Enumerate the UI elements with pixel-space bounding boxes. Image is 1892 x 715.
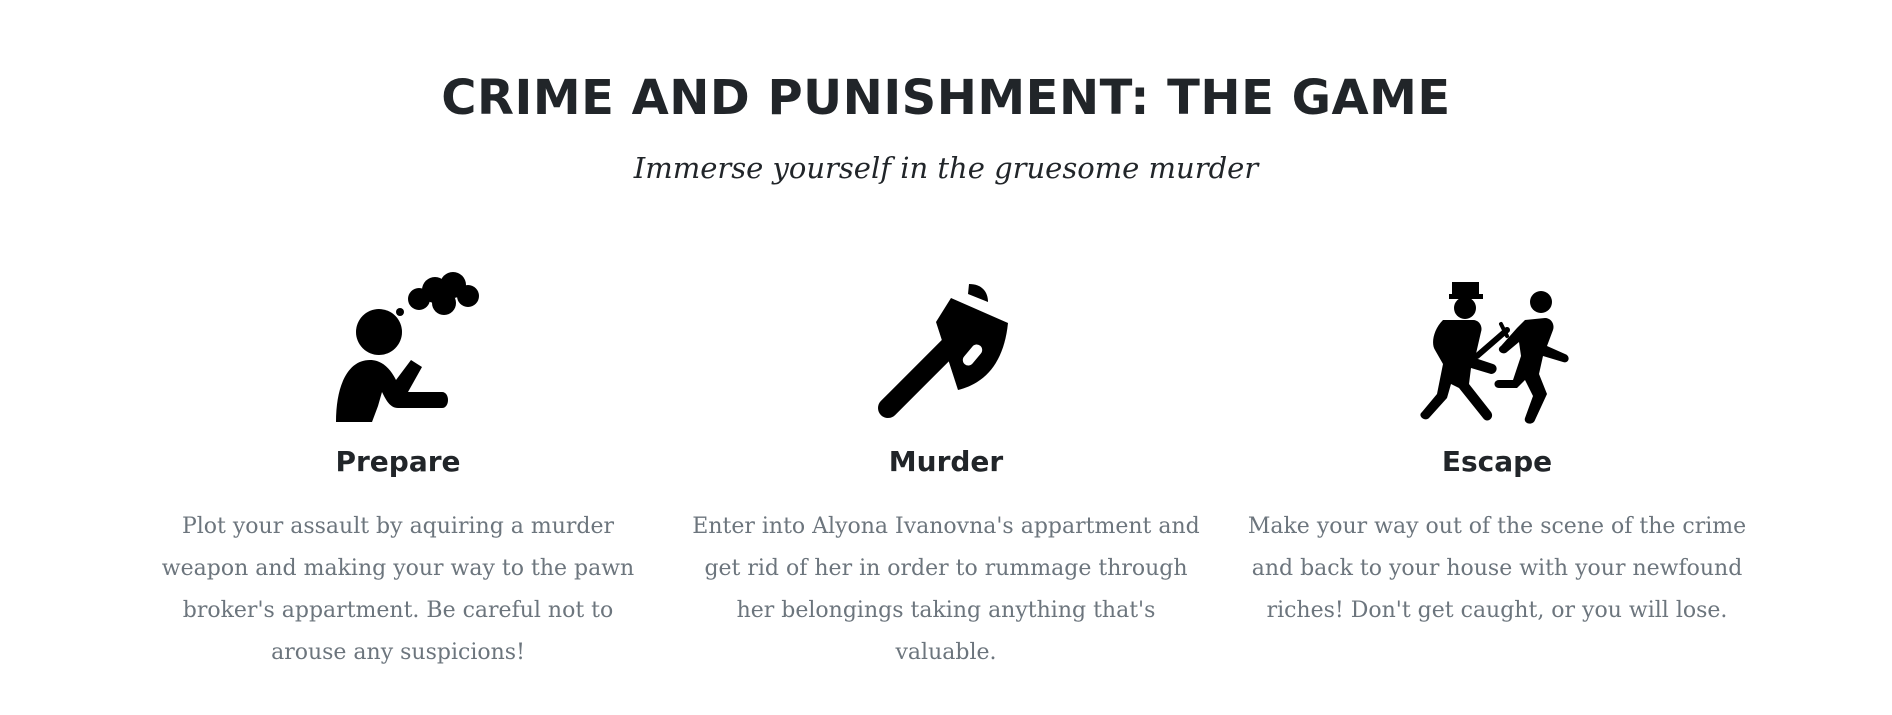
feature-escape: Escape Make your way out of the scene of… [1237, 260, 1757, 632]
axe-icon [878, 284, 1008, 418]
page-title: CRIME AND PUNISHMENT: THE GAME [441, 70, 1451, 126]
page-subtitle: Immerse yourself in the gruesome murder [633, 151, 1259, 185]
feature-heading: Prepare [335, 445, 461, 478]
feature-heading: Escape [1441, 445, 1553, 478]
feature-heading: Murder [888, 445, 1004, 478]
police-chase-icon [1420, 282, 1569, 424]
feature-murder: Murder Enter into Alyona Ivanovna's appa… [686, 260, 1206, 674]
feature-prepare: Prepare Plot your assault by aquiring a … [138, 260, 658, 674]
feature-description: Enter into Alyona Ivanovna's appartment … [692, 514, 1200, 665]
feature-description: Make your way out of the scene of the cr… [1247, 514, 1747, 623]
thinking-person-icon [336, 272, 479, 422]
feature-description: Plot your assault by aquiring a murder w… [161, 514, 635, 665]
